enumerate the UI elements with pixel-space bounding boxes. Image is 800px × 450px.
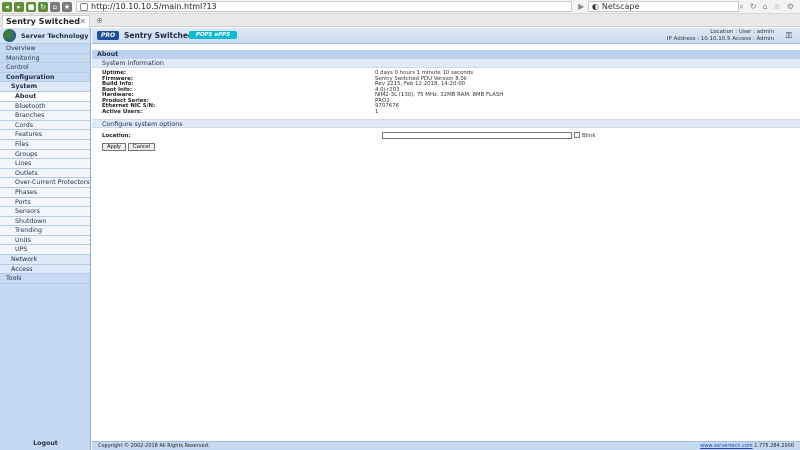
home-icon[interactable]: ⌂	[50, 1, 60, 12]
browser-toolbar: ◂ ▸ ■ ↻ ⌂ ★ http://10.10.10.5/main.html?…	[0, 0, 800, 14]
configure-options-section: Configure system options	[92, 119, 800, 128]
brand-name: Server Technology	[21, 31, 89, 40]
main-content: PRO Sentry Switched PDU POPS ePPS Locati…	[92, 28, 800, 450]
reload-icon[interactable]: ↻	[38, 1, 48, 12]
sidebar: Server Technology Overview Monitoring Co…	[0, 28, 91, 450]
sidebar-item-cords[interactable]: Cords	[0, 120, 90, 131]
page-header: PRO Sentry Switched PDU POPS ePPS Locati…	[92, 28, 800, 44]
info-value: 9707676	[375, 103, 400, 109]
home-icon[interactable]: ⌂	[763, 2, 768, 12]
bookmark-icon[interactable]: ★	[62, 1, 72, 12]
back-icon[interactable]: ◂	[2, 1, 12, 12]
brand-logo-icon	[3, 29, 16, 42]
sidebar-item-sensors[interactable]: Sensors	[0, 207, 90, 217]
toolbar-icons: ⌕ ↻ ⌂ ☆ ⚙	[739, 2, 800, 12]
system-information-section: System information	[92, 59, 800, 68]
gear-icon[interactable]: ⚙	[787, 2, 794, 12]
search-engine-icon: ◐	[591, 2, 599, 11]
sidebar-item-system[interactable]: System	[0, 82, 90, 92]
sidebar-item-lines[interactable]: Lines	[0, 159, 90, 169]
sidebar-item-access[interactable]: Access	[0, 264, 90, 275]
pops-logo: POPS ePPS	[189, 31, 237, 39]
page-title: About	[92, 50, 800, 59]
browser-tab[interactable]: Sentry Switched PDU ✕	[2, 15, 90, 37]
sidebar-item-over-current-protectors[interactable]: Over-Current Protectors	[0, 178, 90, 188]
brand: Server Technology	[0, 28, 90, 44]
sidebar-item-tools[interactable]: Tools	[0, 274, 90, 284]
sidebar-item-groups[interactable]: Groups	[0, 149, 90, 160]
footer-contact: www.servertech.com 1.775.284.2000	[700, 442, 794, 450]
location-row: Location: Blink	[92, 132, 800, 142]
info-value: 1	[375, 108, 379, 115]
sidebar-item-network[interactable]: Network	[0, 255, 90, 265]
go-icon[interactable]: ▶	[576, 2, 585, 11]
form-buttons: Apply Cancel	[92, 143, 800, 151]
close-icon[interactable]: ✕	[79, 16, 86, 27]
location-input[interactable]	[382, 132, 572, 139]
star-icon[interactable]: ☆	[774, 2, 781, 12]
system-info-table: Uptime: 0 days 0 hours 1 minute 10 second…	[92, 70, 800, 116]
info-value: NIM2-3L (130), 75 MHz, 32MB RAM, 8MB FLA…	[375, 92, 504, 98]
cancel-button[interactable]: Cancel	[127, 143, 155, 151]
sidebar-item-branches[interactable]: Branches	[0, 111, 90, 121]
forward-icon[interactable]: ▸	[14, 1, 24, 12]
nav-buttons: ◂ ▸ ■ ↻ ⌂ ★	[0, 1, 72, 12]
copyright-text: Copyright © 2002-2018 All Rights Reserve…	[98, 443, 210, 449]
info-key: Active Users:	[102, 108, 143, 115]
sidebar-item-units[interactable]: Units	[0, 235, 90, 246]
pro-logo: PRO	[97, 31, 119, 40]
sidebar-item-monitoring[interactable]: Monitoring	[0, 54, 90, 64]
tab-strip: Sentry Switched PDU ✕ ⊕	[0, 14, 800, 37]
info-row: Active Users: 1	[92, 108, 800, 116]
logout-link[interactable]: Logout	[0, 440, 91, 447]
new-tab-icon[interactable]: ⊕	[96, 16, 103, 25]
sidebar-item-trending[interactable]: Trending	[0, 226, 90, 236]
location-label: Location:	[102, 133, 131, 139]
blink-label: Blink	[582, 133, 596, 139]
sidebar-item-configuration[interactable]: Configuration	[0, 73, 90, 83]
site-info-icon[interactable]	[80, 2, 88, 11]
sidebar-item-ups[interactable]: UPS	[0, 245, 90, 256]
sidebar-item-bluetooth[interactable]: Bluetooth	[0, 101, 90, 112]
sidebar-item-ports[interactable]: Ports	[0, 197, 90, 208]
website-link[interactable]: www.servertech.com	[700, 443, 752, 449]
sidebar-item-about[interactable]: About	[0, 91, 90, 102]
sidebar-item-control[interactable]: Control	[0, 63, 90, 73]
blink-checkbox[interactable]	[574, 132, 580, 138]
sidebar-item-files[interactable]: Files	[0, 139, 90, 150]
stop-icon[interactable]: ■	[26, 1, 36, 12]
refresh-icon[interactable]: ↻	[750, 2, 757, 12]
search-icon[interactable]: ⌕	[739, 2, 743, 12]
ip-access-line: IP Address : 10.10.10.5 Access : Admin	[666, 35, 774, 42]
logout-icon[interactable]: ⚿	[786, 31, 792, 41]
sidebar-item-shutdown[interactable]: Shutdown	[0, 216, 90, 227]
search-placeholder: Netscape	[601, 2, 640, 11]
apply-button[interactable]: Apply	[102, 143, 126, 151]
sidebar-item-features[interactable]: Features	[0, 130, 90, 140]
sidebar-item-outlets[interactable]: Outlets	[0, 168, 90, 179]
session-info: Location : User : admin IP Address : 10.…	[667, 29, 774, 42]
sidebar-item-phases[interactable]: Phases	[0, 187, 90, 198]
search-input[interactable]: ◐ Netscape	[587, 1, 740, 12]
footer: Copyright © 2002-2018 All Rights Reserve…	[92, 441, 800, 450]
sidebar-item-overview[interactable]: Overview	[0, 44, 90, 54]
url-text: http://10.10.10.5/main.html?13	[91, 2, 217, 11]
sidebar-menu: Overview Monitoring Control Configuratio…	[0, 44, 90, 284]
url-bar[interactable]: http://10.10.10.5/main.html?13	[76, 1, 573, 12]
phone-number: 1.775.284.2000	[754, 443, 794, 449]
